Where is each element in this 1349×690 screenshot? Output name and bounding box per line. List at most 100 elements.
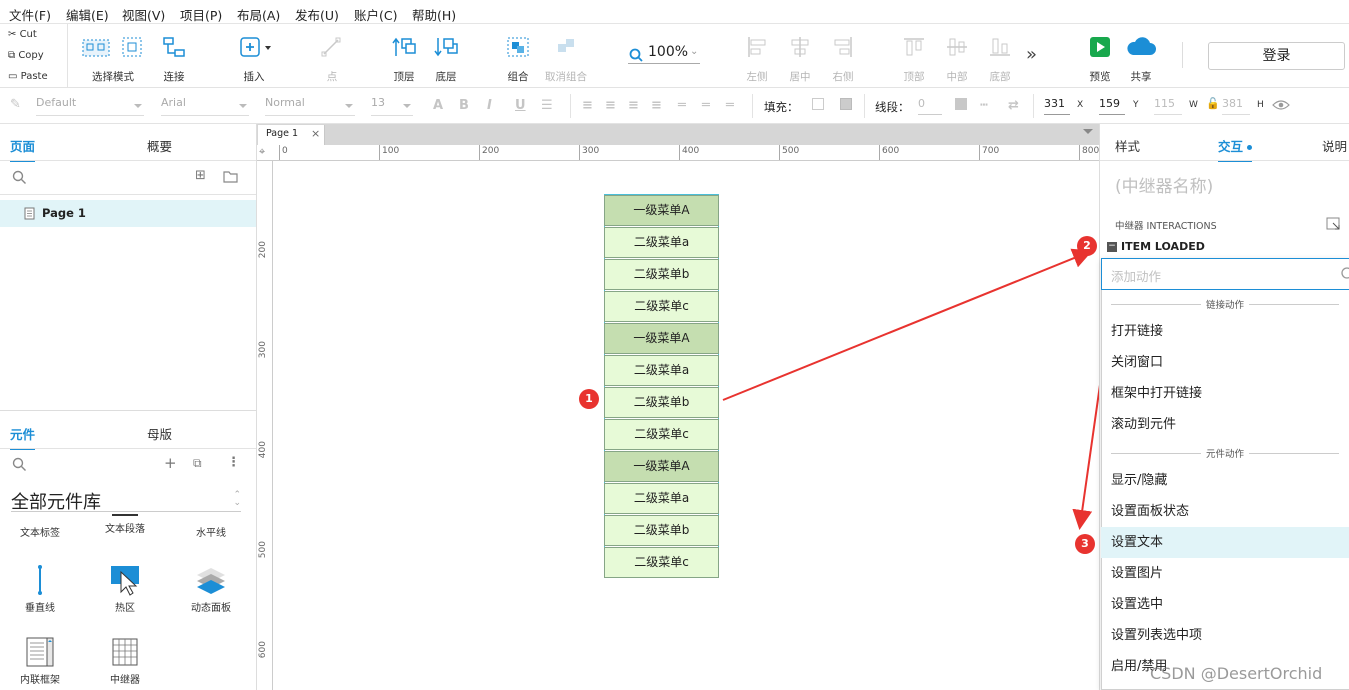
text-align-left-icon[interactable]: ≡ [582, 98, 593, 113]
fill-color-swatch[interactable] [812, 98, 824, 110]
line-color-swatch[interactable] [955, 98, 967, 110]
x-input[interactable]: 331 [1044, 97, 1070, 115]
align-middle-button[interactable]: 中部 [940, 28, 974, 84]
height-input[interactable]: 381 [1222, 97, 1250, 115]
action-item[interactable]: 关闭窗口 [1101, 347, 1349, 378]
align-top-button[interactable]: 顶部 [897, 28, 931, 84]
bring-to-front-button[interactable]: 顶层 [388, 28, 420, 84]
action-item[interactable]: 显示/隐藏 [1101, 465, 1349, 496]
add-page-icon[interactable]: ⊞ [195, 168, 206, 183]
menu-help[interactable]: 帮助(H) [412, 5, 456, 24]
menu-publish[interactable]: 发布(U) [295, 5, 339, 24]
add-action-input[interactable]: 添加动作 [1101, 258, 1349, 290]
action-item[interactable]: 滚动到元件 [1101, 409, 1349, 440]
valign-bottom-icon[interactable]: ═ [726, 98, 734, 113]
style-select[interactable]: Default [36, 96, 144, 116]
line-width-input[interactable]: 0 [918, 97, 942, 115]
share-button[interactable]: 共享 [1124, 28, 1158, 84]
tab-notes[interactable]: 说明 [1322, 136, 1347, 155]
library-options-icon[interactable]: ⧉ [193, 456, 202, 471]
bullet-list-icon[interactable]: ☰ [541, 98, 553, 113]
paste-button[interactable]: ▭ Paste [8, 71, 48, 82]
paragraph-icon [112, 514, 138, 516]
menu-edit[interactable]: 编辑(E) [66, 5, 109, 24]
line-style-icon[interactable]: ┅ [980, 98, 988, 113]
folder-icon[interactable] [223, 170, 238, 183]
group-button[interactable]: 组合 [502, 28, 534, 84]
search-icon[interactable] [12, 170, 27, 185]
action-item[interactable]: 设置面板状态 [1101, 496, 1349, 527]
menu-file[interactable]: 文件(F) [9, 5, 51, 24]
action-item[interactable]: 设置图片 [1101, 558, 1349, 589]
menu-account[interactable]: 账户(C) [354, 5, 397, 24]
tab-interactions[interactable]: 交互 [1218, 136, 1253, 162]
widget-vertical-line[interactable]: 垂直线 [0, 564, 80, 614]
text-align-right-icon[interactable]: ≡ [628, 98, 639, 113]
page-item[interactable]: Page 1 [0, 200, 256, 227]
search-icon[interactable] [12, 457, 27, 472]
widget-repeater[interactable]: 中继器 [85, 636, 165, 686]
inline-frame-icon [26, 637, 54, 667]
zoom-select[interactable]: 100% ⌄ [628, 44, 700, 64]
repeater-name-input[interactable]: (中继器名称) [1115, 172, 1213, 197]
align-bottom-button[interactable]: 底部 [983, 28, 1017, 84]
point-button[interactable]: 点 [315, 28, 349, 84]
new-interaction-icon[interactable] [1326, 217, 1341, 231]
lock-icon[interactable]: 🔓 [1206, 97, 1220, 110]
font-size-select[interactable]: 13 [371, 96, 413, 116]
page-icon [24, 207, 35, 220]
arrow-style-icon[interactable]: ⇄ [1008, 98, 1019, 113]
action-item[interactable]: 框架中打开链接 [1101, 378, 1349, 409]
widget-hotspot[interactable]: 热区 [85, 564, 165, 614]
format-divider [864, 94, 865, 118]
valign-middle-icon[interactable]: ═ [702, 98, 710, 113]
fill-image-swatch[interactable] [840, 98, 852, 110]
align-center-button[interactable]: 居中 [783, 28, 817, 84]
align-left-button[interactable]: 左侧 [740, 28, 774, 84]
widget-inline-frame[interactable]: 内联框架 [0, 636, 80, 686]
add-library-icon[interactable]: + [164, 454, 177, 472]
font-select[interactable]: Arial [161, 96, 249, 116]
event-item-loaded[interactable]: ITEM LOADED [1121, 240, 1205, 253]
tab-masters[interactable]: 母版 [147, 424, 172, 443]
action-item[interactable]: 设置选中 [1101, 589, 1349, 620]
menu-view[interactable]: 视图(V) [122, 5, 165, 24]
connect-button[interactable]: 连接 [158, 28, 190, 84]
italic-icon[interactable]: I [487, 98, 492, 113]
widget-dynamic-panel[interactable]: 动态面板 [171, 564, 251, 614]
ungroup-button[interactable]: 取消组合 [543, 28, 589, 84]
insert-button[interactable]: 插入 [235, 28, 273, 84]
text-justify-icon[interactable]: ≡ [651, 98, 662, 113]
login-button[interactable]: 登录 [1208, 42, 1345, 70]
tab-outline[interactable]: 概要 [147, 136, 172, 155]
action-item[interactable]: 打开链接 [1101, 316, 1349, 347]
action-item[interactable]: 设置文本 [1101, 527, 1349, 558]
eye-icon[interactable] [1272, 99, 1290, 111]
tab-style[interactable]: 样式 [1115, 136, 1140, 155]
tab-widgets[interactable]: 元件 [10, 424, 36, 450]
widget-horizontal-line[interactable]: 水平线 [171, 524, 251, 539]
more-tools-button[interactable]: » [1026, 44, 1037, 65]
action-item[interactable]: 设置列表选中项 [1101, 620, 1349, 651]
copy-button[interactable]: ⧉ Copy [8, 50, 44, 61]
collapse-icon[interactable]: − [1107, 242, 1117, 252]
y-input[interactable]: 159 [1099, 97, 1125, 115]
text-color-icon[interactable]: A [433, 98, 443, 113]
valign-top-icon[interactable]: ═ [678, 98, 686, 113]
menu-layout[interactable]: 布局(A) [237, 5, 280, 24]
align-right-button[interactable]: 右侧 [826, 28, 860, 84]
underline-icon[interactable]: U [515, 98, 526, 113]
preview-button[interactable]: 预览 [1084, 28, 1116, 84]
bold-icon[interactable]: B [459, 98, 469, 113]
library-select[interactable]: 全部元件库 ⌃ ⌄ [11, 488, 241, 513]
widget-paragraph[interactable]: 文本段落 [85, 514, 165, 535]
width-input[interactable]: 115 [1154, 97, 1182, 115]
font-weight-select[interactable]: Normal [265, 96, 355, 116]
send-to-back-button[interactable]: 底层 [430, 28, 462, 84]
tab-pages[interactable]: 页面 [10, 136, 36, 162]
widget-text-label[interactable]: 文本标签 [0, 524, 80, 539]
cut-button[interactable]: ✂ Cut [8, 29, 37, 40]
text-align-center-icon[interactable]: ≡ [605, 98, 616, 113]
menu-project[interactable]: 项目(P) [180, 5, 222, 24]
more-vertical-icon[interactable]: ⋮ [227, 455, 240, 470]
